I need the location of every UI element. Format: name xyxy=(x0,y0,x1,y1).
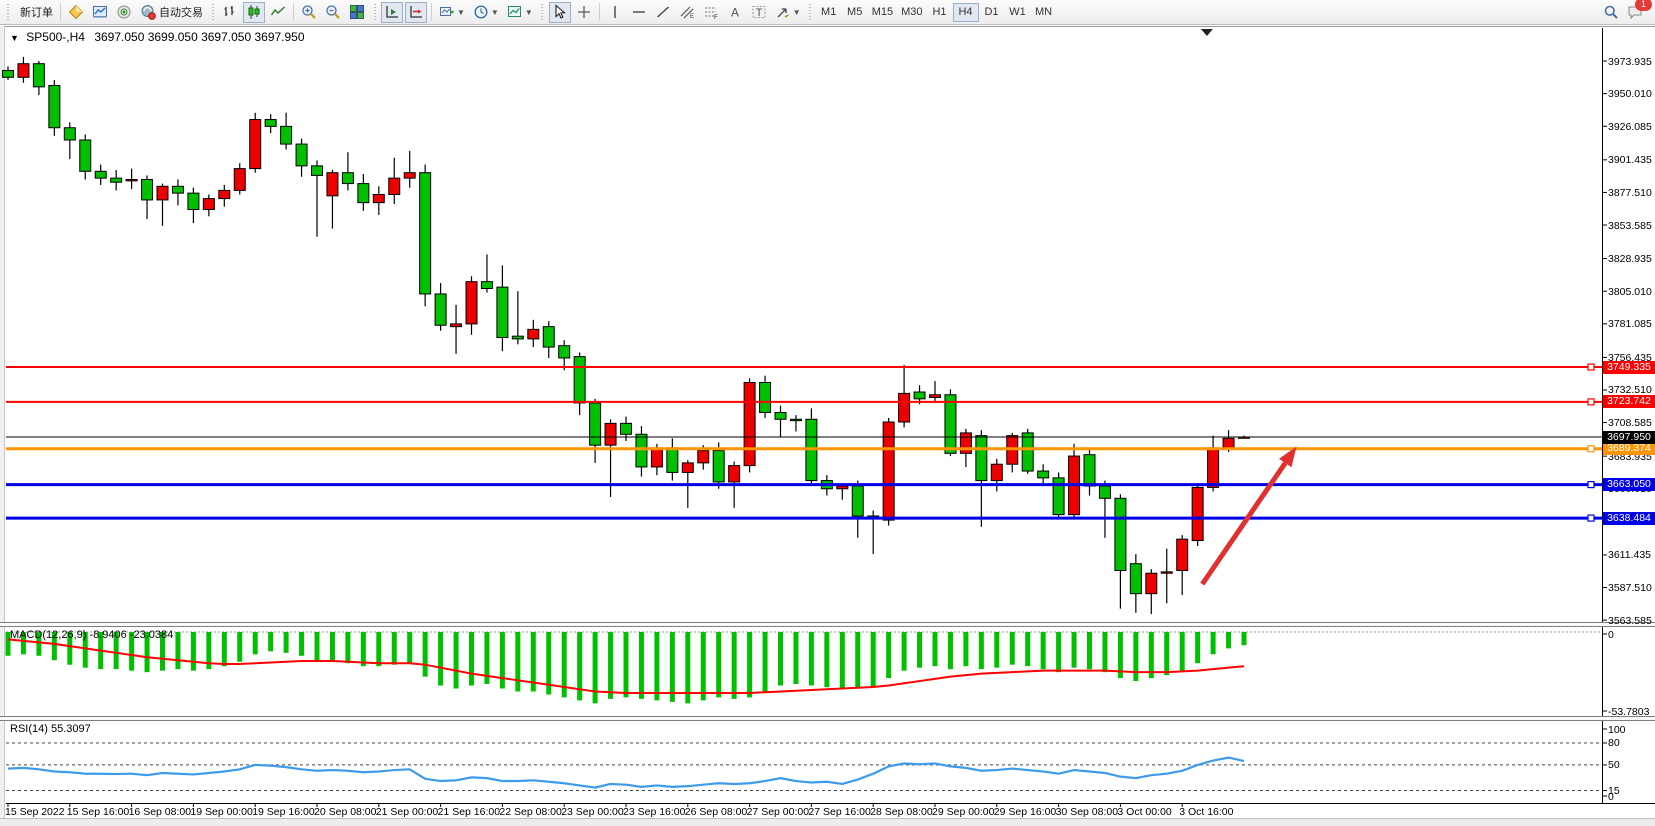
rsi-tick-label: 0 xyxy=(1608,791,1654,803)
price-tick-label: 3708.585 xyxy=(1608,417,1654,429)
time-tick-label: 15 Sep 2022 xyxy=(5,806,65,818)
time-tick-label: 30 Sep 08:00 xyxy=(1056,806,1118,818)
price-tick-label: 3611.435 xyxy=(1608,549,1654,561)
time-tick-label: 19 Sep 16:00 xyxy=(252,806,314,818)
time-tick-label: 29 Sep 16:00 xyxy=(994,806,1056,818)
macd-tick-label: -53.7803 xyxy=(1608,706,1654,718)
horizontal-line-objects[interactable] xyxy=(6,364,1602,521)
one-click-trading-arrow[interactable]: ▼ xyxy=(10,33,19,43)
time-tick-label: 16 Sep 08:00 xyxy=(129,806,191,818)
rsi-tick-label: 50 xyxy=(1608,759,1654,771)
price-tick-label: 3901.435 xyxy=(1608,154,1654,166)
price-tick-label: 3805.010 xyxy=(1608,286,1654,298)
time-tick-label: 15 Sep 16:00 xyxy=(67,806,129,818)
rsi-tick-label: 100 xyxy=(1608,724,1654,736)
window-bottom-border xyxy=(0,818,1655,826)
mt4-terminal: { "toolbar": { "new_order_label": "新订单",… xyxy=(0,0,1655,826)
line-endpoint-handle xyxy=(1588,364,1594,370)
time-tick-label: 26 Sep 08:00 xyxy=(685,806,747,818)
time-tick-label: 19 Sep 00:00 xyxy=(190,806,252,818)
time-tick-label: 29 Sep 00:00 xyxy=(932,806,994,818)
price-tick-label: 3926.085 xyxy=(1608,121,1654,133)
line-price-label: 3723.742 xyxy=(1603,395,1655,408)
time-tick-label: 23 Sep 16:00 xyxy=(623,806,685,818)
price-tick-label: 3828.935 xyxy=(1608,253,1654,265)
macd-indicator[interactable] xyxy=(6,632,1602,703)
rsi-line xyxy=(8,758,1244,788)
price-tick-label: 3950.010 xyxy=(1608,88,1654,100)
time-tick-label: 3 Oct 00:00 xyxy=(1117,806,1171,818)
chart-canvas[interactable] xyxy=(0,0,1655,826)
price-tick-label: 3973.935 xyxy=(1608,56,1654,68)
line-price-label: 3689.374 xyxy=(1603,442,1655,455)
chart-shift-marker[interactable] xyxy=(1201,29,1213,36)
time-tick-label: 3 Oct 16:00 xyxy=(1179,806,1233,818)
time-tick-label: 27 Sep 00:00 xyxy=(747,806,809,818)
price-tick-label: 3563.585 xyxy=(1608,615,1654,627)
time-tick-label: 28 Sep 08:00 xyxy=(870,806,932,818)
line-price-label: 3663.050 xyxy=(1603,478,1655,491)
rsi-tick-label: 80 xyxy=(1608,737,1654,749)
line-endpoint-handle xyxy=(1588,515,1594,521)
panel-separator-rsi[interactable] xyxy=(0,716,1655,721)
macd-tick-label: 0 xyxy=(1608,629,1654,641)
current-price-label: 3697.950 xyxy=(1603,431,1655,444)
line-price-label: 3638.484 xyxy=(1603,512,1655,525)
chart-ohlc-label: 3697.050 3699.050 3697.050 3697.950 xyxy=(94,30,304,44)
macd-indicator-label: MACD(12,26,9) -8.9406 -23.0384 xyxy=(10,629,173,641)
time-tick-label: 20 Sep 08:00 xyxy=(314,806,376,818)
line-endpoint-handle xyxy=(1588,399,1594,405)
price-tick-label: 3781.085 xyxy=(1608,318,1654,330)
chart-symbol-label: SP500-,H4 xyxy=(26,30,85,44)
candlesticks[interactable] xyxy=(3,57,1250,614)
time-tick-label: 27 Sep 16:00 xyxy=(808,806,870,818)
time-tick-label: 21 Sep 16:00 xyxy=(438,806,500,818)
rsi-indicator[interactable] xyxy=(6,743,1602,791)
price-tick-label: 3877.510 xyxy=(1608,187,1654,199)
price-tick-label: 3587.510 xyxy=(1608,582,1654,594)
time-tick-label: 23 Sep 00:00 xyxy=(561,806,623,818)
chart-title: ▼ SP500-,H4 3697.050 3699.050 3697.050 3… xyxy=(10,30,305,44)
time-tick-label: 22 Sep 08:00 xyxy=(499,806,561,818)
line-endpoint-handle xyxy=(1588,446,1594,452)
rsi-indicator-label: RSI(14) 55.3097 xyxy=(10,723,91,735)
panel-separator-macd[interactable] xyxy=(0,622,1655,627)
line-endpoint-handle xyxy=(1588,482,1594,488)
price-tick-label: 3853.585 xyxy=(1608,220,1654,232)
line-price-label: 3749.335 xyxy=(1603,361,1655,374)
time-tick-label: 21 Sep 00:00 xyxy=(376,806,438,818)
